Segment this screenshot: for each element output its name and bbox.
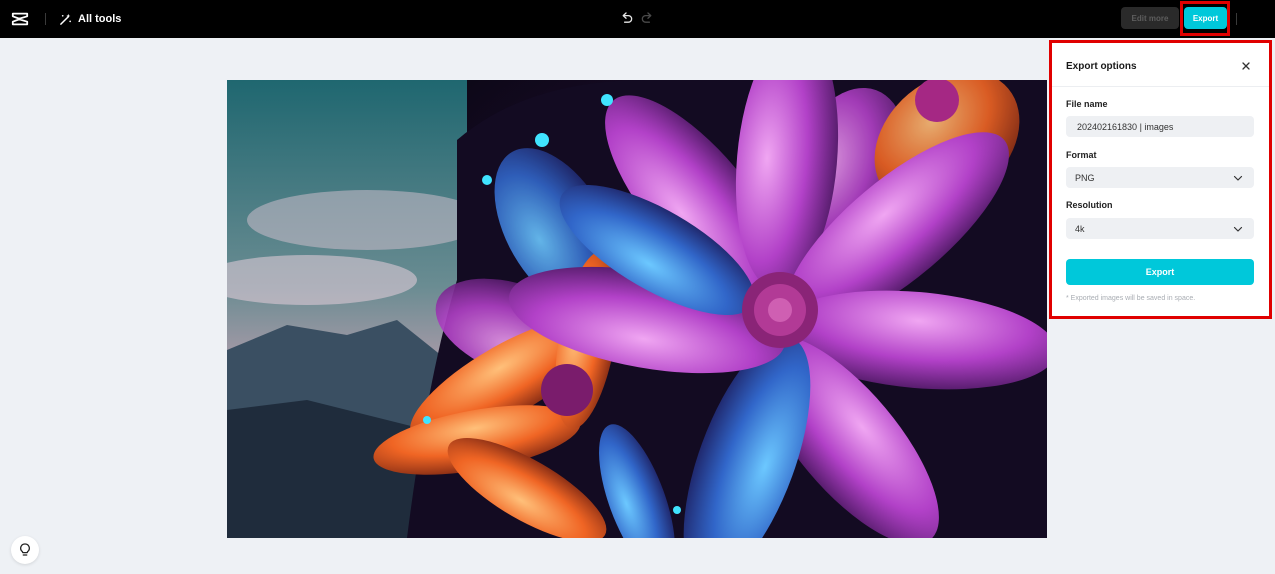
redo-icon[interactable] [640, 10, 655, 25]
lightbulb-icon [20, 543, 30, 556]
file-name-label: File name [1066, 99, 1108, 109]
magic-wand-icon [60, 13, 71, 25]
all-tools-button[interactable]: All tools [59, 9, 121, 29]
edit-more-button[interactable]: Edit more [1121, 7, 1179, 29]
format-select[interactable]: PNG [1066, 167, 1254, 188]
export-button[interactable]: Export [1184, 7, 1227, 29]
format-label: Format [1066, 150, 1097, 160]
canvas-image[interactable] [227, 80, 1047, 538]
capcut-logo-icon[interactable] [11, 10, 29, 28]
panel-export-button[interactable]: Export [1066, 259, 1254, 285]
resolution-value: 4k [1075, 223, 1085, 234]
all-tools-label: All tools [78, 13, 122, 25]
chevron-down-icon [1233, 175, 1243, 181]
export-options-panel: Export options File name Format PNG Reso… [1049, 40, 1272, 319]
divider [45, 13, 46, 25]
top-bar: All tools Edit more Export [0, 0, 1275, 38]
resolution-select[interactable]: 4k [1066, 218, 1254, 239]
flower-artwork [227, 80, 1047, 538]
help-button[interactable] [11, 536, 39, 564]
panel-title: Export options [1066, 61, 1137, 72]
close-icon[interactable] [1241, 61, 1251, 71]
divider [1236, 13, 1237, 25]
export-note: * Exported images will be saved in space… [1066, 295, 1196, 302]
file-name-input[interactable] [1066, 116, 1254, 137]
format-value: PNG [1075, 172, 1095, 183]
chevron-down-icon [1233, 226, 1243, 232]
resolution-label: Resolution [1066, 200, 1113, 210]
panel-header: Export options [1052, 43, 1269, 87]
undo-icon[interactable] [619, 10, 634, 25]
